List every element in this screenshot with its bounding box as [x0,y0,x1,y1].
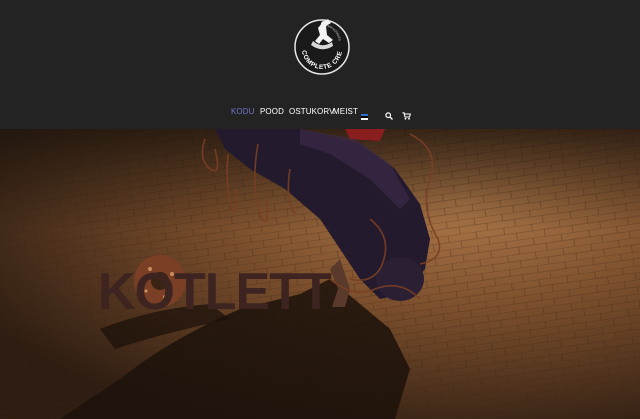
complete-crew-logo-icon: COMPLETE CREW HHPHOODIES [290,8,350,75]
brand-logo[interactable]: COMPLETE CREW HHPHOODIES [290,8,351,81]
hero-title: KOTLETT [98,263,332,321]
main-nav: KODU POOD OSTUKORV MEIST [0,104,640,120]
nav-item-ostukorv[interactable]: OSTUKORV [289,104,335,120]
hero-image: KOTLETT [0,129,640,419]
cart-icon[interactable] [402,107,412,125]
hero-banner: KOTLETT [0,129,640,419]
site-header: COMPLETE CREW HHPHOODIES KODU POOD OSTUK… [0,0,640,129]
search-icon[interactable] [385,107,393,125]
nav-item-pood[interactable]: POOD [260,104,284,120]
nav-item-meist[interactable]: MEIST [333,104,358,120]
nav-item-kodu[interactable]: KODU [231,104,255,120]
estonian-flag-icon[interactable] [361,107,368,125]
